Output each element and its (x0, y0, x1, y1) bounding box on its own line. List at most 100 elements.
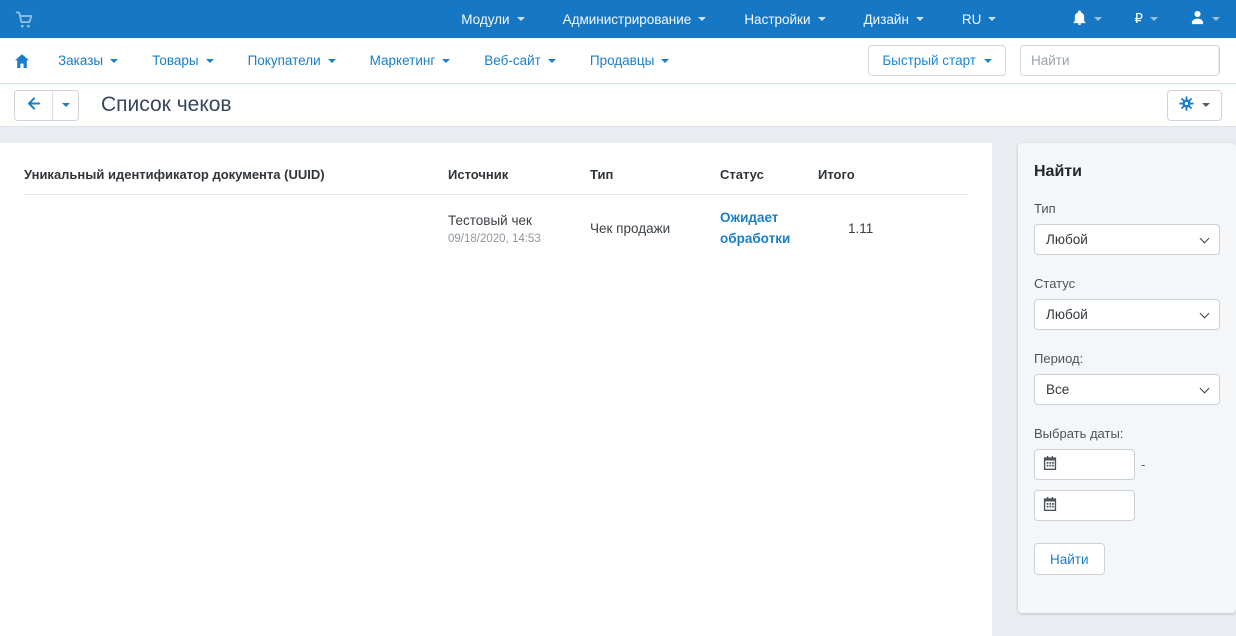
period-select[interactable]: Все (1034, 374, 1220, 405)
search-filter-panel: Найти Тип Любой Статус Любой Период: Все (1018, 143, 1236, 613)
find-button[interactable]: Найти (1034, 543, 1105, 575)
menu-modules-label: Модули (461, 12, 509, 27)
cell-status: Ожидает обработки (720, 195, 818, 263)
search-button[interactable] (1218, 46, 1220, 75)
table-row: Тестовый чек 09/18/2020, 14:53 Чек прода… (24, 195, 968, 263)
currency-menu[interactable]: ₽ (1134, 11, 1158, 27)
chevron-down-icon (206, 59, 214, 63)
status-select[interactable]: Любой (1034, 299, 1220, 330)
arrow-left-icon (26, 96, 41, 114)
menu-design[interactable]: Дизайн (864, 12, 924, 27)
nav-item-customers[interactable]: Покупатели (248, 53, 336, 68)
admin-app: Модули Администрирование Настройки Дизай… (0, 0, 1236, 636)
dates-label: Выбрать даты: (1034, 426, 1220, 441)
filter-dates-group: Выбрать даты: - (1034, 426, 1220, 521)
menu-language-label: RU (962, 12, 982, 27)
date-to-field[interactable] (1034, 490, 1135, 521)
date-to-input[interactable] (1063, 498, 1123, 513)
nav-item-marketing-label: Маркетинг (370, 53, 436, 68)
page-settings-button[interactable] (1167, 90, 1222, 121)
page-header: Список чеков (0, 84, 1236, 127)
chevron-down-icon (62, 103, 70, 107)
navbar-right: Быстрый старт (868, 45, 1220, 76)
cell-type: Чек продажи (590, 195, 720, 263)
receipts-table: Уникальный идентификатор документа (UUID… (24, 155, 968, 263)
back-button[interactable] (15, 91, 52, 120)
column-header-total: Итого (818, 155, 968, 195)
topbar-menus: Модули Администрирование Настройки Дизай… (461, 10, 1220, 28)
menu-settings-label: Настройки (744, 12, 810, 27)
calendar-icon (1043, 497, 1057, 514)
period-select-value: Все (1046, 382, 1069, 397)
status-link[interactable]: Ожидает обработки (720, 208, 810, 250)
menu-administration-label: Администрирование (563, 12, 692, 27)
main-area: Уникальный идентификатор документа (UUID… (0, 127, 1236, 636)
nav-item-marketing[interactable]: Маркетинг (370, 53, 451, 68)
nav-item-vendors[interactable]: Продавцы (590, 53, 669, 68)
receipts-table-card: Уникальный идентификатор документа (UUID… (0, 143, 992, 636)
menu-administration[interactable]: Администрирование (563, 12, 707, 27)
type-select-value: Любой (1046, 232, 1088, 247)
column-header-type: Тип (590, 155, 720, 195)
chevron-down-icon (517, 17, 525, 21)
search-input[interactable] (1021, 46, 1218, 75)
chevron-down-icon (1212, 17, 1220, 21)
column-header-status: Статус (720, 155, 818, 195)
user-menu[interactable] (1190, 10, 1220, 28)
nav-item-website[interactable]: Веб-сайт (484, 53, 556, 68)
chevron-down-icon (988, 17, 996, 21)
date-from-row: - (1034, 449, 1220, 480)
home-icon[interactable] (14, 53, 30, 69)
menu-modules[interactable]: Модули (461, 12, 524, 27)
chevron-down-icon (1200, 384, 1210, 394)
source-name: Тестовый чек (448, 213, 582, 228)
nav-item-website-label: Веб-сайт (484, 53, 541, 68)
cell-uuid (24, 195, 448, 263)
chevron-down-icon (916, 17, 924, 21)
column-header-uuid: Уникальный идентификатор документа (UUID… (24, 155, 448, 195)
chevron-down-icon (661, 59, 669, 63)
bell-icon (1072, 10, 1087, 28)
column-header-source: Источник (448, 155, 590, 195)
date-to-row (1034, 490, 1220, 521)
chevron-down-icon (1150, 17, 1158, 21)
type-label: Тип (1034, 201, 1220, 216)
nav-item-orders[interactable]: Заказы (58, 53, 118, 68)
status-label: Статус (1034, 276, 1220, 291)
menu-language[interactable]: RU (962, 12, 997, 27)
gear-icon (1179, 96, 1194, 114)
cart-icon[interactable] (14, 9, 35, 30)
chevron-down-icon (548, 59, 556, 63)
chevron-down-icon (328, 59, 336, 63)
main-navbar: Заказы Товары Покупатели Маркетинг Веб-с… (0, 38, 1236, 84)
source-date: 09/18/2020, 14:53 (448, 233, 582, 245)
table-header-row: Уникальный идентификатор документа (UUID… (24, 155, 968, 195)
topbar: Модули Администрирование Настройки Дизай… (0, 0, 1236, 38)
quick-start-label: Быстрый старт (882, 53, 976, 68)
nav-item-orders-label: Заказы (58, 53, 103, 68)
nav-item-products-label: Товары (152, 53, 198, 68)
menu-settings[interactable]: Настройки (744, 12, 825, 27)
notifications-menu[interactable] (1072, 10, 1102, 28)
filter-status-group: Статус Любой (1034, 276, 1220, 330)
search-icon (1219, 51, 1220, 71)
type-select[interactable]: Любой (1034, 224, 1220, 255)
cell-total: 1.11 (818, 195, 968, 263)
nav-item-products[interactable]: Товары (152, 53, 213, 68)
topbar-icon-menus: ₽ (1072, 10, 1220, 28)
filter-panel-title: Найти (1034, 163, 1220, 181)
filter-period-group: Период: Все (1034, 351, 1220, 405)
period-label: Период: (1034, 351, 1220, 366)
back-history-dropdown[interactable] (52, 91, 78, 120)
global-search (1020, 45, 1220, 76)
calendar-icon (1043, 456, 1057, 473)
chevron-down-icon (818, 17, 826, 21)
filter-type-group: Тип Любой (1034, 201, 1220, 255)
quick-start-button[interactable]: Быстрый старт (868, 45, 1006, 76)
date-from-input[interactable] (1063, 457, 1123, 472)
date-from-field[interactable] (1034, 449, 1135, 480)
navbar-items: Заказы Товары Покупатели Маркетинг Веб-с… (58, 53, 669, 68)
page-title: Список чеков (101, 93, 232, 117)
chevron-down-icon (442, 59, 450, 63)
chevron-down-icon (1202, 103, 1210, 107)
